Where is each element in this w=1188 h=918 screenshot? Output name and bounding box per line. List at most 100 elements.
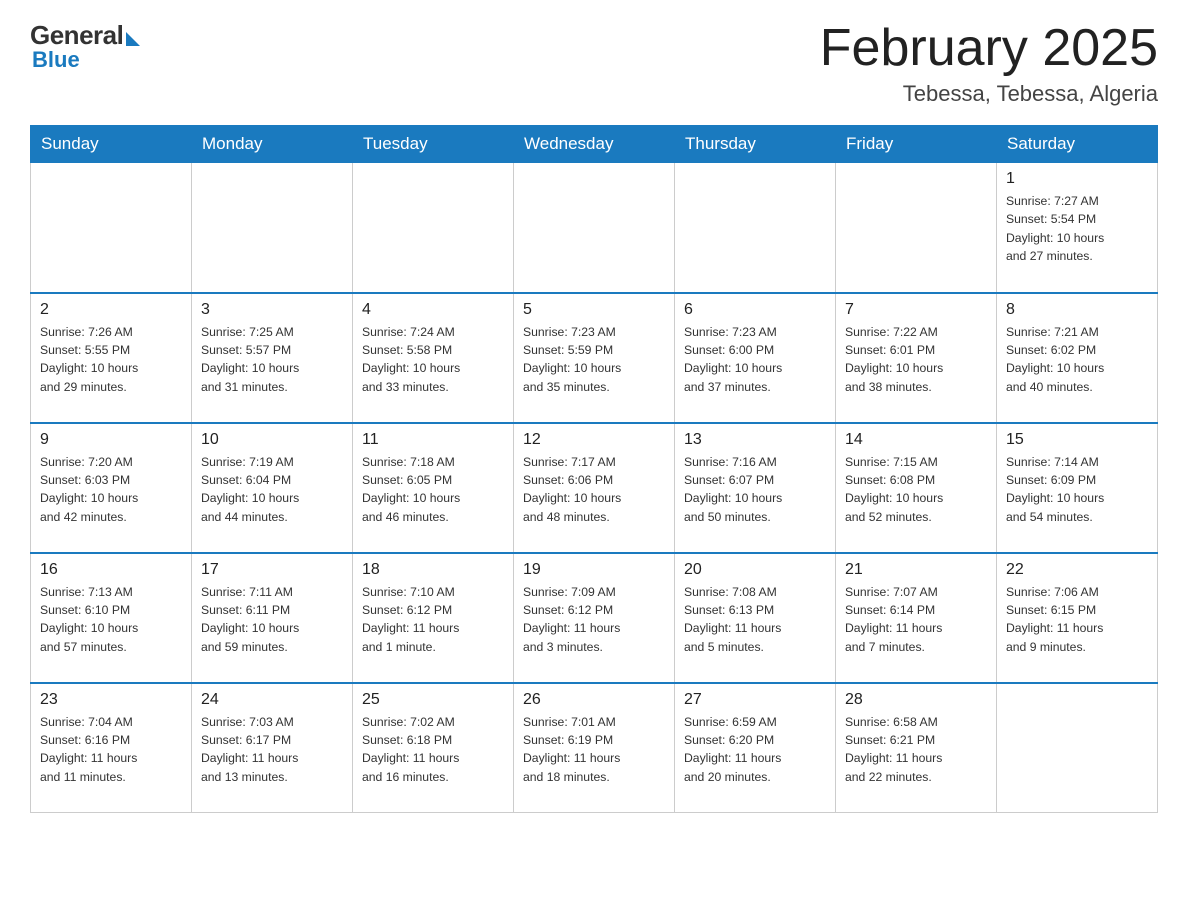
- day-info: Sunrise: 7:18 AM Sunset: 6:05 PM Dayligh…: [362, 453, 504, 526]
- page-header: General Blue February 2025 Tebessa, Tebe…: [30, 20, 1158, 107]
- calendar-cell: [997, 683, 1158, 813]
- calendar-table: SundayMondayTuesdayWednesdayThursdayFrid…: [30, 125, 1158, 813]
- day-info: Sunrise: 7:26 AM Sunset: 5:55 PM Dayligh…: [40, 323, 182, 396]
- day-info: Sunrise: 7:13 AM Sunset: 6:10 PM Dayligh…: [40, 583, 182, 656]
- calendar-cell: 4 Sunrise: 7:24 AM Sunset: 5:58 PM Daylig…: [353, 293, 514, 423]
- calendar-cell: [836, 163, 997, 293]
- title-section: February 2025 Tebessa, Tebessa, Algeria: [820, 20, 1158, 107]
- day-number: 11: [362, 431, 504, 449]
- day-info: Sunrise: 6:59 AM Sunset: 6:20 PM Dayligh…: [684, 713, 826, 786]
- calendar-cell: 18 Sunrise: 7:10 AM Sunset: 6:12 PM Dayli…: [353, 553, 514, 683]
- day-info: Sunrise: 7:17 AM Sunset: 6:06 PM Dayligh…: [523, 453, 665, 526]
- calendar-cell: 7Sunrise: 7:22 AM Sunset: 6:01 PM Daylig…: [836, 293, 997, 423]
- day-number: 25: [362, 691, 504, 709]
- calendar-week-row: 9 Sunrise: 7:20 AM Sunset: 6:03 PM Daylig…: [31, 423, 1158, 553]
- logo-blue-text: Blue: [32, 47, 140, 73]
- day-number: 15: [1006, 431, 1148, 449]
- weekday-header-monday: Monday: [192, 126, 353, 163]
- calendar-cell: 12 Sunrise: 7:17 AM Sunset: 6:06 PM Dayli…: [514, 423, 675, 553]
- calendar-cell: 16 Sunrise: 7:13 AM Sunset: 6:10 PM Dayli…: [31, 553, 192, 683]
- day-number: 3: [201, 301, 343, 319]
- calendar-cell: 27 Sunrise: 6:59 AM Sunset: 6:20 PM Dayli…: [675, 683, 836, 813]
- calendar-cell: 1 Sunrise: 7:27 AM Sunset: 5:54 PM Daylig…: [997, 163, 1158, 293]
- day-info: Sunrise: 7:20 AM Sunset: 6:03 PM Dayligh…: [40, 453, 182, 526]
- calendar-week-row: 23 Sunrise: 7:04 AM Sunset: 6:16 PM Dayli…: [31, 683, 1158, 813]
- calendar-cell: 9 Sunrise: 7:20 AM Sunset: 6:03 PM Daylig…: [31, 423, 192, 553]
- day-number: 23: [40, 691, 182, 709]
- day-info: Sunrise: 7:19 AM Sunset: 6:04 PM Dayligh…: [201, 453, 343, 526]
- day-info: Sunrise: 7:08 AM Sunset: 6:13 PM Dayligh…: [684, 583, 826, 656]
- day-info: Sunrise: 7:10 AM Sunset: 6:12 PM Dayligh…: [362, 583, 504, 656]
- day-info: Sunrise: 7:21 AM Sunset: 6:02 PM Dayligh…: [1006, 323, 1148, 396]
- calendar-week-row: 2 Sunrise: 7:26 AM Sunset: 5:55 PM Daylig…: [31, 293, 1158, 423]
- day-info: Sunrise: 6:58 AM Sunset: 6:21 PM Dayligh…: [845, 713, 987, 786]
- calendar-cell: 6 Sunrise: 7:23 AM Sunset: 6:00 PM Daylig…: [675, 293, 836, 423]
- weekday-header-wednesday: Wednesday: [514, 126, 675, 163]
- day-number: 26: [523, 691, 665, 709]
- day-number: 20: [684, 561, 826, 579]
- day-number: 14: [845, 431, 987, 449]
- calendar-cell: 22Sunrise: 7:06 AM Sunset: 6:15 PM Dayli…: [997, 553, 1158, 683]
- day-number: 19: [523, 561, 665, 579]
- calendar-cell: 24 Sunrise: 7:03 AM Sunset: 6:17 PM Dayli…: [192, 683, 353, 813]
- day-info: Sunrise: 7:22 AM Sunset: 6:01 PM Dayligh…: [845, 323, 987, 396]
- calendar-cell: 13 Sunrise: 7:16 AM Sunset: 6:07 PM Dayli…: [675, 423, 836, 553]
- calendar-cell: [353, 163, 514, 293]
- calendar-cell: 3Sunrise: 7:25 AM Sunset: 5:57 PM Daylig…: [192, 293, 353, 423]
- day-number: 22: [1006, 561, 1148, 579]
- calendar-cell: 10 Sunrise: 7:19 AM Sunset: 6:04 PM Dayli…: [192, 423, 353, 553]
- day-info: Sunrise: 7:27 AM Sunset: 5:54 PM Dayligh…: [1006, 192, 1148, 265]
- calendar-week-row: 1 Sunrise: 7:27 AM Sunset: 5:54 PM Daylig…: [31, 163, 1158, 293]
- calendar-cell: [31, 163, 192, 293]
- day-number: 4: [362, 301, 504, 319]
- calendar-cell: 11 Sunrise: 7:18 AM Sunset: 6:05 PM Dayli…: [353, 423, 514, 553]
- weekday-header-tuesday: Tuesday: [353, 126, 514, 163]
- calendar-week-row: 16 Sunrise: 7:13 AM Sunset: 6:10 PM Dayli…: [31, 553, 1158, 683]
- day-number: 1: [1006, 170, 1148, 188]
- day-number: 18: [362, 561, 504, 579]
- calendar-cell: 17 Sunrise: 7:11 AM Sunset: 6:11 PM Dayli…: [192, 553, 353, 683]
- day-info: Sunrise: 7:01 AM Sunset: 6:19 PM Dayligh…: [523, 713, 665, 786]
- calendar-cell: 25Sunrise: 7:02 AM Sunset: 6:18 PM Dayli…: [353, 683, 514, 813]
- location-title: Tebessa, Tebessa, Algeria: [820, 81, 1158, 107]
- day-number: 12: [523, 431, 665, 449]
- day-info: Sunrise: 7:23 AM Sunset: 6:00 PM Dayligh…: [684, 323, 826, 396]
- calendar-cell: 21 Sunrise: 7:07 AM Sunset: 6:14 PM Dayli…: [836, 553, 997, 683]
- day-number: 5: [523, 301, 665, 319]
- day-info: Sunrise: 7:03 AM Sunset: 6:17 PM Dayligh…: [201, 713, 343, 786]
- day-number: 2: [40, 301, 182, 319]
- calendar-cell: [514, 163, 675, 293]
- day-info: Sunrise: 7:07 AM Sunset: 6:14 PM Dayligh…: [845, 583, 987, 656]
- day-number: 21: [845, 561, 987, 579]
- day-number: 6: [684, 301, 826, 319]
- day-info: Sunrise: 7:24 AM Sunset: 5:58 PM Dayligh…: [362, 323, 504, 396]
- calendar-cell: 28Sunrise: 6:58 AM Sunset: 6:21 PM Dayli…: [836, 683, 997, 813]
- month-title: February 2025: [820, 20, 1158, 77]
- calendar-cell: 20 Sunrise: 7:08 AM Sunset: 6:13 PM Dayli…: [675, 553, 836, 683]
- weekday-header-thursday: Thursday: [675, 126, 836, 163]
- calendar-cell: [675, 163, 836, 293]
- day-number: 24: [201, 691, 343, 709]
- weekday-header-friday: Friday: [836, 126, 997, 163]
- day-info: Sunrise: 7:09 AM Sunset: 6:12 PM Dayligh…: [523, 583, 665, 656]
- day-number: 9: [40, 431, 182, 449]
- day-number: 13: [684, 431, 826, 449]
- calendar-cell: 8 Sunrise: 7:21 AM Sunset: 6:02 PM Daylig…: [997, 293, 1158, 423]
- calendar-cell: [192, 163, 353, 293]
- day-info: Sunrise: 7:04 AM Sunset: 6:16 PM Dayligh…: [40, 713, 182, 786]
- weekday-header-sunday: Sunday: [31, 126, 192, 163]
- day-info: Sunrise: 7:16 AM Sunset: 6:07 PM Dayligh…: [684, 453, 826, 526]
- day-number: 16: [40, 561, 182, 579]
- calendar-cell: 23 Sunrise: 7:04 AM Sunset: 6:16 PM Dayli…: [31, 683, 192, 813]
- calendar-cell: 15 Sunrise: 7:14 AM Sunset: 6:09 PM Dayli…: [997, 423, 1158, 553]
- day-info: Sunrise: 7:14 AM Sunset: 6:09 PM Dayligh…: [1006, 453, 1148, 526]
- day-info: Sunrise: 7:11 AM Sunset: 6:11 PM Dayligh…: [201, 583, 343, 656]
- weekday-header-saturday: Saturday: [997, 126, 1158, 163]
- logo: General Blue: [30, 20, 140, 73]
- day-info: Sunrise: 7:23 AM Sunset: 5:59 PM Dayligh…: [523, 323, 665, 396]
- day-number: 17: [201, 561, 343, 579]
- day-number: 27: [684, 691, 826, 709]
- day-number: 10: [201, 431, 343, 449]
- day-number: 8: [1006, 301, 1148, 319]
- calendar-header-row: SundayMondayTuesdayWednesdayThursdayFrid…: [31, 126, 1158, 163]
